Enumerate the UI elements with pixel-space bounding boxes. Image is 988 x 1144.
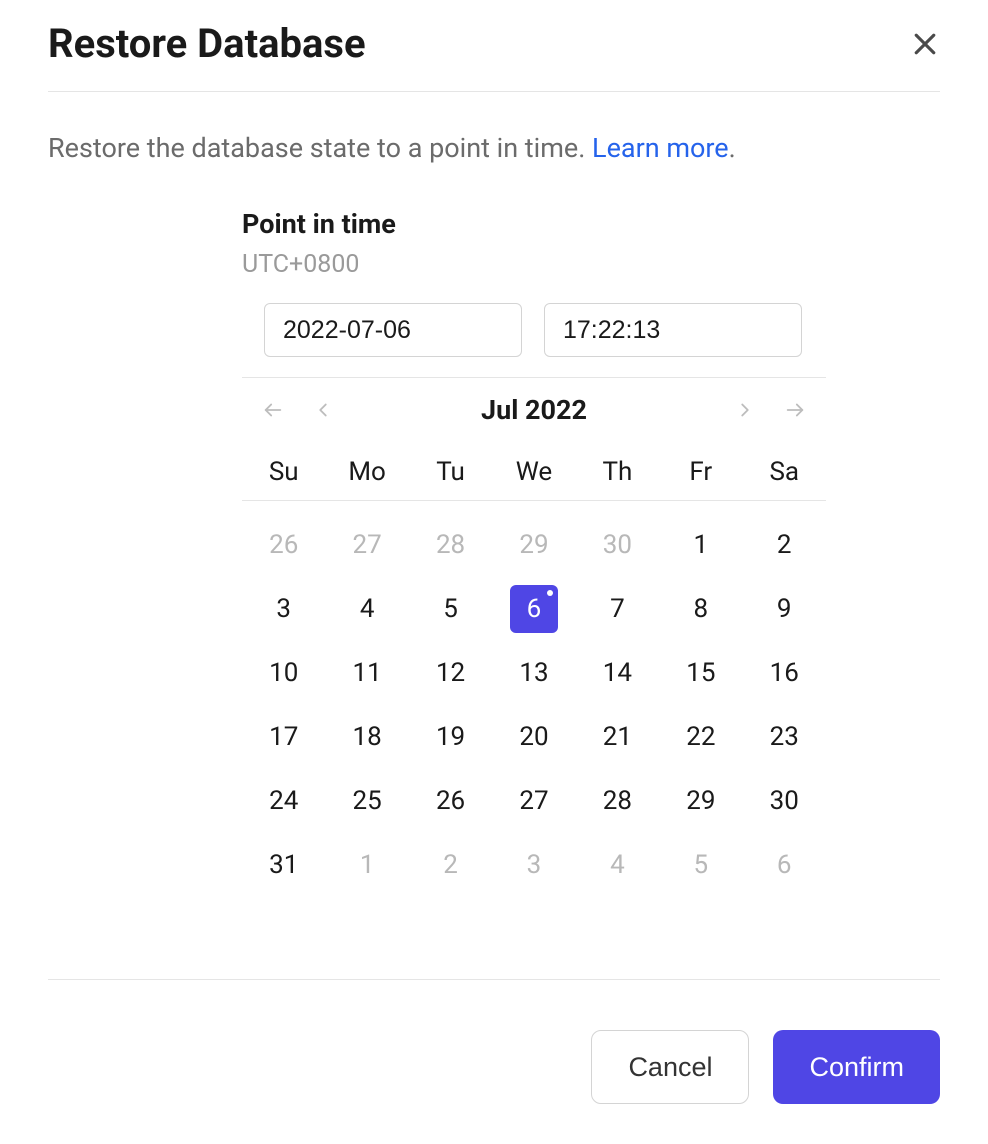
dialog-header: Restore Database: [48, 20, 940, 92]
calendar-day[interactable]: 31: [242, 833, 325, 897]
dialog-title: Restore Database: [48, 20, 366, 67]
calendar-day[interactable]: 30: [576, 513, 659, 577]
calendar-weekday: Mo: [325, 444, 408, 500]
calendar-day[interactable]: 3: [242, 577, 325, 641]
point-in-time-section: Point in time UTC+0800: [242, 208, 826, 897]
calendar-day[interactable]: 27: [492, 769, 575, 833]
calendar-day[interactable]: 12: [409, 641, 492, 705]
calendar-day[interactable]: 2: [409, 833, 492, 897]
calendar-weekday: Su: [242, 444, 325, 500]
calendar: Jul 2022 SuMoTuWeT: [242, 377, 826, 897]
calendar-day[interactable]: 16: [743, 641, 826, 705]
dialog-body: Restore the database state to a point in…: [48, 92, 940, 979]
calendar-day[interactable]: 7: [576, 577, 659, 641]
calendar-day[interactable]: 1: [659, 513, 742, 577]
calendar-day[interactable]: 29: [659, 769, 742, 833]
nav-arrows-left: [262, 399, 334, 421]
calendar-day[interactable]: 29: [492, 513, 575, 577]
calendar-week-row: 24252627282930: [242, 769, 826, 833]
calendar-day[interactable]: 3: [492, 833, 575, 897]
learn-more-link[interactable]: Learn more: [592, 132, 729, 164]
section-title: Point in time: [242, 208, 826, 240]
chevron-right-icon: [734, 399, 756, 421]
calendar-day[interactable]: 21: [576, 705, 659, 769]
chevron-left-icon: [312, 399, 334, 421]
calendar-weekday: Sa: [743, 444, 826, 500]
calendar-week-row: 262728293012: [242, 513, 826, 577]
calendar-day[interactable]: 2: [743, 513, 826, 577]
calendar-day[interactable]: 24: [242, 769, 325, 833]
calendar-day[interactable]: 8: [659, 577, 742, 641]
next-year-button[interactable]: [784, 399, 806, 421]
calendar-day[interactable]: 26: [242, 513, 325, 577]
calendar-day[interactable]: 6: [743, 833, 826, 897]
calendar-day[interactable]: 23: [743, 705, 826, 769]
dialog-footer: Cancel Confirm: [48, 979, 940, 1104]
arrow-right-icon: [784, 399, 806, 421]
calendar-day[interactable]: 17: [242, 705, 325, 769]
calendar-week-row: 31123456: [242, 833, 826, 897]
calendar-day[interactable]: 25: [325, 769, 408, 833]
calendar-day[interactable]: 27: [325, 513, 408, 577]
calendar-day[interactable]: 10: [242, 641, 325, 705]
calendar-day[interactable]: 28: [576, 769, 659, 833]
calendar-day[interactable]: 1: [325, 833, 408, 897]
nav-arrows-right: [734, 399, 806, 421]
calendar-weekday: Th: [576, 444, 659, 500]
next-month-button[interactable]: [734, 399, 756, 421]
confirm-button[interactable]: Confirm: [773, 1030, 940, 1104]
close-button[interactable]: [910, 29, 940, 59]
calendar-nav: Jul 2022: [242, 386, 826, 434]
calendar-day[interactable]: 5: [659, 833, 742, 897]
calendar-day[interactable]: 11: [325, 641, 408, 705]
calendar-month-label: Jul 2022: [481, 394, 587, 426]
time-input[interactable]: [544, 303, 802, 357]
calendar-grid: SuMoTuWeThFrSa 2627282930123456789101112…: [242, 444, 826, 897]
calendar-day[interactable]: 6: [492, 577, 575, 641]
prev-month-button[interactable]: [312, 399, 334, 421]
calendar-body: 2627282930123456789101112131415161718192…: [242, 513, 826, 897]
cancel-button[interactable]: Cancel: [591, 1030, 749, 1104]
calendar-weekday-row: SuMoTuWeThFrSa: [242, 444, 826, 501]
timezone-label: UTC+0800: [242, 250, 826, 279]
calendar-day[interactable]: 15: [659, 641, 742, 705]
calendar-day[interactable]: 4: [576, 833, 659, 897]
calendar-day[interactable]: 28: [409, 513, 492, 577]
calendar-week-row: 17181920212223: [242, 705, 826, 769]
calendar-day[interactable]: 20: [492, 705, 575, 769]
description-period: .: [729, 132, 736, 164]
calendar-day[interactable]: 5: [409, 577, 492, 641]
calendar-day[interactable]: 4: [325, 577, 408, 641]
date-input[interactable]: [264, 303, 522, 357]
description-text: Restore the database state to a point in…: [48, 132, 940, 164]
calendar-day[interactable]: 18: [325, 705, 408, 769]
prev-year-button[interactable]: [262, 399, 284, 421]
calendar-day[interactable]: 30: [743, 769, 826, 833]
close-icon: [910, 29, 940, 59]
datetime-inputs: [242, 303, 826, 357]
calendar-day[interactable]: 26: [409, 769, 492, 833]
calendar-week-row: 3456789: [242, 577, 826, 641]
calendar-day[interactable]: 19: [409, 705, 492, 769]
calendar-day[interactable]: 22: [659, 705, 742, 769]
calendar-day[interactable]: 14: [576, 641, 659, 705]
calendar-weekday: We: [492, 444, 575, 500]
calendar-weekday: Fr: [659, 444, 742, 500]
calendar-weekday: Tu: [409, 444, 492, 500]
arrow-left-icon: [262, 399, 284, 421]
calendar-week-row: 10111213141516: [242, 641, 826, 705]
calendar-day[interactable]: 9: [743, 577, 826, 641]
description-prefix: Restore the database state to a point in…: [48, 132, 592, 164]
calendar-day[interactable]: 13: [492, 641, 575, 705]
